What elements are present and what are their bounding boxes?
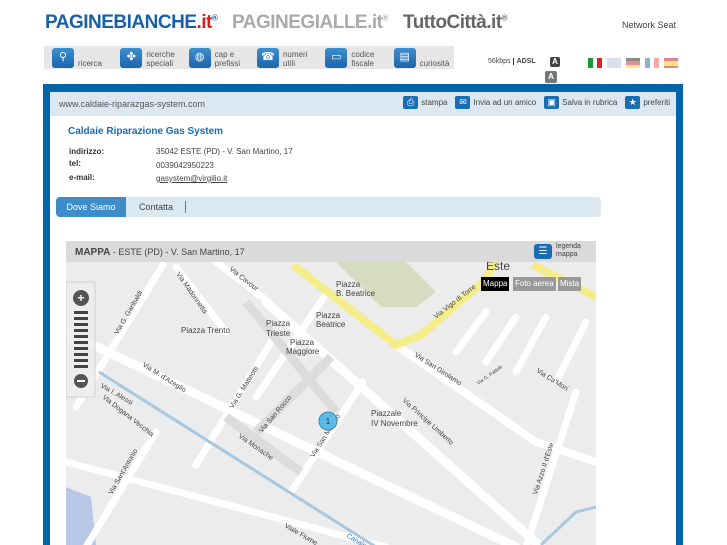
print-icon: ⎙: [403, 96, 419, 109]
address-label: indirizzo:: [69, 147, 105, 156]
map-marker[interactable]: 1: [318, 411, 338, 431]
address-value: 35042 ESTE (PD) - V. San Martino, 17: [156, 147, 293, 156]
nav-ricerche-speciali[interactable]: ✤ ricerche speciali: [120, 47, 180, 68]
map-header: MAPPA - ESTE (PD) - V. San Martino, 17 ☰…: [66, 241, 596, 262]
tuttocitta-logo[interactable]: TuttoCittà.it®: [403, 12, 508, 34]
nav-curiosita[interactable]: ▤ curiosità: [393, 47, 454, 68]
tel-label: tel:: [69, 159, 81, 168]
flag-english[interactable]: [607, 58, 621, 68]
nav-numeri-utili[interactable]: ☎ numeri utili: [256, 47, 317, 68]
connection-speed: 56kbps ADSL: [488, 58, 536, 65]
label-piazzale-2: IV Novembre: [371, 419, 418, 428]
label-via-garibaldi: Via G. Garibaldi: [114, 289, 145, 336]
map-legend-button[interactable]: ☰ legenda mappa: [534, 243, 586, 259]
label-piazza-beatrice-2: Beatrice: [316, 320, 346, 329]
url-bar: www.caldaie-riparazgas-system.com ⎙ stamp…: [50, 92, 676, 116]
label-este: Este: [486, 262, 510, 273]
phone-icon: ☎: [256, 47, 279, 68]
favorites-button[interactable]: ★ preferiti: [625, 96, 670, 109]
label-piazza-maggiore-2: Maggiore: [286, 347, 320, 356]
email-label: e-mail:: [69, 173, 95, 182]
paginegialle-logo[interactable]: PAGINEGIALLE.it®: [232, 12, 388, 34]
map[interactable]: Este Piazza B. Beatrice Piazza Beatrice …: [66, 262, 596, 545]
language-flags: [588, 58, 678, 68]
list-icon: ☰: [534, 243, 552, 259]
label-via-dazeglio: Via M. d'Azeglio: [141, 362, 187, 394]
print-button[interactable]: ⎙ stampa: [403, 96, 447, 109]
label-piazza-maggiore-1: Piazza: [290, 338, 315, 347]
card-icon: ▭: [325, 47, 348, 68]
email-link[interactable]: gasystem@virgilio.it: [156, 174, 227, 183]
network-seat-link[interactable]: Network Seat: [622, 20, 676, 30]
flag-french[interactable]: [645, 58, 660, 68]
nav-codice-fiscale[interactable]: ▭ codice fiscale: [325, 47, 385, 68]
svg-text:+: +: [77, 291, 84, 305]
save-contact-button[interactable]: ▣ Salva in rubrica: [544, 96, 617, 109]
label-via-vigo-di-torre: Via Vigo di Torre: [433, 284, 478, 321]
label-piazza-bbeatrice-2: B. Beatrice: [336, 289, 376, 298]
nav-ricerca[interactable]: ⚲ ricerca: [52, 47, 112, 68]
map-type-mappa[interactable]: Mappa: [481, 277, 510, 291]
label-via-san-girolamo: Via San Girolamo: [413, 352, 463, 388]
label-piazza-bbeatrice-1: Piazza: [336, 280, 361, 289]
font-size-small-button[interactable]: A: [545, 71, 557, 83]
label-via-cavour: Via Cavour: [228, 266, 260, 293]
save-icon: ▣: [544, 96, 560, 109]
label-via-matteotti: Via G. Matteotti: [229, 365, 261, 410]
tab-bar: Dove Siamo Contatta: [56, 197, 601, 217]
label-piazza-beatrice-1: Piazza: [316, 311, 341, 320]
label-via-fattelli: Via G. Fattelli: [476, 365, 504, 387]
label-via-madonnetta: Via Madonnetta: [174, 271, 208, 315]
paginebianche-logo[interactable]: PAGINEBIANCHE.it®: [45, 12, 218, 34]
flag-german[interactable]: [626, 58, 640, 68]
main-nav: ⚲ ricerca ✤ ricerche speciali ◍ cap e prefi…: [44, 46, 454, 69]
tab-dove-siamo[interactable]: Dove Siamo: [56, 197, 126, 217]
mail-icon: ✉: [455, 96, 471, 109]
river: [539, 505, 596, 545]
map-title: MAPPA: [75, 247, 111, 258]
clover-icon: ✤: [120, 47, 143, 68]
zoom-control[interactable]: +: [66, 281, 96, 398]
font-size-large-button[interactable]: A: [550, 57, 560, 67]
flag-spanish[interactable]: [664, 58, 678, 68]
globe-icon: ◍: [188, 47, 211, 68]
marker-number: 1: [326, 417, 331, 426]
speed-adsl[interactable]: ADSL: [512, 58, 536, 65]
label-piazza-trieste-1: Piazza: [266, 319, 291, 328]
star-icon: ★: [625, 96, 641, 109]
map-subtitle: - ESTE (PD) - V. San Martino, 17: [112, 247, 245, 257]
label-piazzale-1: Piazzale: [371, 409, 402, 418]
flag-italian[interactable]: [588, 58, 603, 68]
send-to-friend-button[interactable]: ✉ Invia ad un amico: [455, 96, 536, 109]
website-link[interactable]: www.caldaie-riparazgas-system.com: [59, 99, 205, 109]
label-piazza-trento: Piazza Trento: [181, 326, 230, 335]
business-name: Caldaie Riparazione Gas System: [68, 126, 224, 137]
tab-contatta[interactable]: Contatta: [126, 201, 187, 213]
search-icon: ⚲: [52, 47, 74, 68]
map-canvas[interactable]: Este Piazza B. Beatrice Piazza Beatrice …: [66, 262, 596, 545]
label-piazza-trieste-2: Trieste: [266, 329, 291, 338]
map-type-foto-aerea[interactable]: Foto aerea: [513, 277, 556, 291]
speed-56k[interactable]: 56kbps: [488, 58, 511, 65]
book-icon: ▤: [393, 47, 416, 68]
map-type-mista[interactable]: Mista: [558, 277, 582, 291]
nav-cap-prefissi[interactable]: ◍ cap e prefissi: [188, 47, 249, 68]
tel-value: 0039042950223: [156, 161, 214, 170]
